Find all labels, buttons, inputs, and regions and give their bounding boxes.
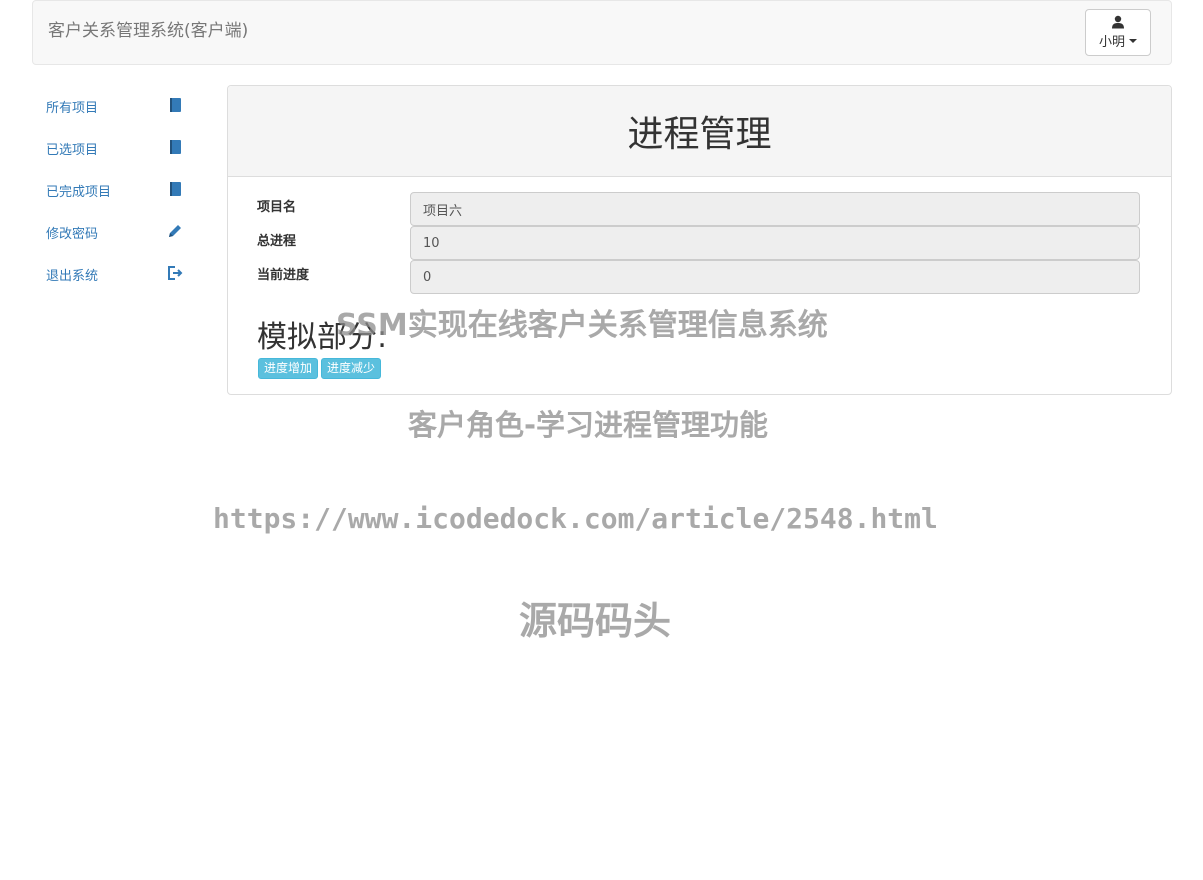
logout-icon	[168, 266, 183, 280]
page-title: 进程管理	[627, 114, 772, 155]
sidebar-item-all-projects[interactable]: 所有项目	[32, 85, 192, 127]
sidebar-item-label: 所有项目	[46, 100, 99, 116]
total-progress-label: 总进程	[257, 234, 297, 249]
panel-heading: 进程管理	[228, 86, 1171, 177]
top-navbar: 客户关系管理系统(客户端) 小明	[32, 0, 1172, 65]
watermark-source: 源码码头	[519, 599, 672, 643]
progress-panel: 进程管理 项目名 总进程 当前进度 模拟部分: 进度增加 进度减少	[227, 85, 1172, 395]
simulation-buttons: 进度增加 进度减少	[258, 358, 382, 379]
total-progress-row: 总进程	[228, 226, 1173, 260]
sidebar-item-selected-projects[interactable]: 已选项目	[32, 127, 192, 169]
project-name-label: 项目名	[257, 200, 297, 215]
pencil-icon	[169, 225, 181, 237]
current-progress-row: 当前进度	[228, 260, 1173, 294]
watermark-title: SSM实现在线客户关系管理信息系统	[336, 308, 828, 343]
sidebar-item-label: 退出系统	[46, 268, 99, 284]
sidebar-item-change-password[interactable]: 修改密码	[32, 211, 192, 253]
sidebar-item-completed-projects[interactable]: 已完成项目	[32, 169, 192, 211]
watermark-url: https://www.icodedock.com/article/2548.h…	[213, 502, 938, 535]
book-icon	[170, 98, 181, 112]
sidebar-item-label: 已完成项目	[46, 184, 112, 200]
sidebar-item-label: 已选项目	[46, 142, 99, 158]
book-icon	[170, 140, 181, 154]
project-name-row: 项目名	[228, 192, 1173, 226]
sidebar-nav: 所有项目 已选项目 已完成项目 修改密码 退出系统	[32, 85, 192, 295]
watermark-subtitle: 客户角色-学习进程管理功能	[408, 408, 769, 442]
app-brand[interactable]: 客户关系管理系统(客户端)	[48, 16, 248, 41]
sidebar-item-label: 修改密码	[46, 226, 99, 242]
caret-down-icon	[1129, 38, 1137, 43]
sidebar-item-logout[interactable]: 退出系统	[32, 253, 192, 295]
decrease-progress-button[interactable]: 进度减少	[321, 358, 382, 379]
user-name: 小明	[1098, 35, 1125, 50]
increase-progress-button[interactable]: 进度增加	[258, 358, 319, 379]
current-progress-field[interactable]	[410, 260, 1140, 294]
user-menu-button[interactable]: 小明	[1085, 9, 1151, 56]
user-icon	[1112, 15, 1124, 29]
project-name-field[interactable]	[410, 192, 1140, 226]
total-progress-field[interactable]	[410, 226, 1140, 260]
current-progress-label: 当前进度	[257, 268, 310, 283]
book-icon	[170, 182, 181, 196]
